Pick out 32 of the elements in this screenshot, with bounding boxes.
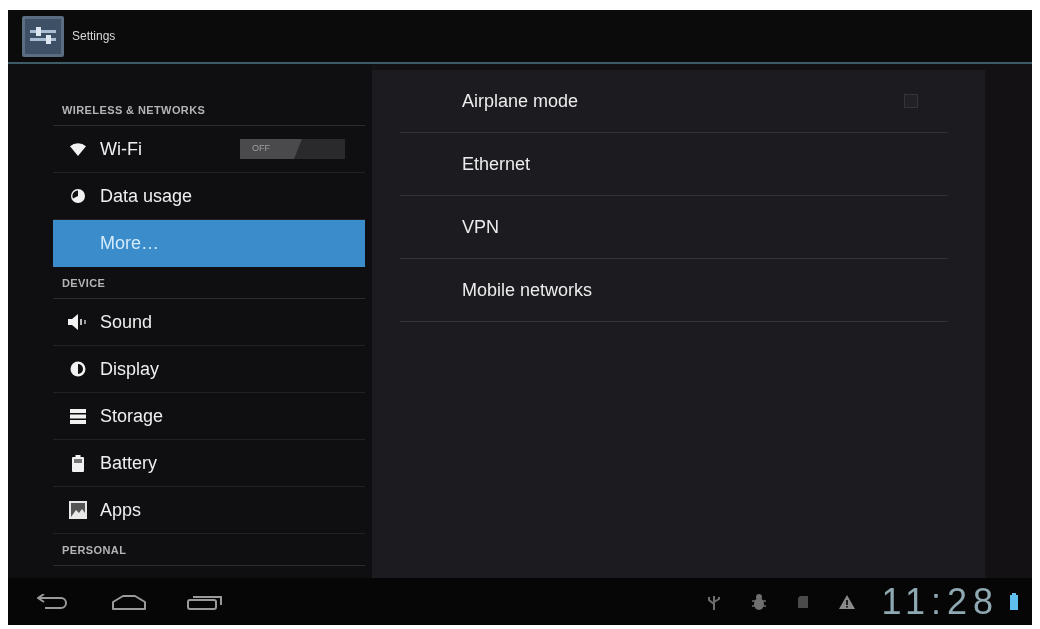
settings-item[interactable]: VPN	[400, 196, 948, 259]
speaker-icon	[67, 314, 88, 330]
clock-time: 11:28	[881, 583, 999, 620]
settings-item[interactable]: Airplane mode	[400, 70, 948, 133]
home-icon	[111, 593, 147, 610]
checkbox[interactable]	[904, 94, 918, 108]
settings-item[interactable]: Mobile networks	[400, 259, 948, 322]
section-header: DEVICE	[62, 275, 106, 291]
apps-icon	[68, 501, 87, 519]
sidebar-item[interactable]: Battery	[53, 440, 365, 487]
contrast-icon	[69, 361, 86, 377]
storage-icon	[69, 408, 86, 424]
sidebar-item[interactable]: Sound	[53, 299, 365, 346]
settings-item[interactable]: Ethernet	[400, 133, 948, 196]
sidebar-item[interactable]: Display	[53, 346, 365, 393]
sidebar-item[interactable]: Storage	[53, 393, 365, 440]
wifi-icon	[69, 142, 86, 156]
usb-icon	[707, 593, 720, 610]
battery-icon	[71, 454, 84, 472]
sidebar-item[interactable]: Apps	[53, 487, 365, 534]
pie-chart-icon	[69, 188, 86, 204]
warning-icon	[838, 594, 855, 609]
section-header: WIRELESS & NETWORKS	[62, 102, 206, 118]
toggle-switch[interactable]: OFF	[240, 139, 345, 159]
sd-card-icon	[797, 595, 808, 608]
app-icon	[22, 15, 64, 57]
sidebar-item[interactable]: Wi-Fi OFF	[53, 126, 365, 173]
bug-icon	[750, 592, 767, 611]
window-title: Settings	[72, 28, 116, 45]
section-header: PERSONAL	[62, 542, 127, 558]
battery-level-icon	[1010, 593, 1018, 610]
recent-apps-icon	[187, 593, 223, 610]
